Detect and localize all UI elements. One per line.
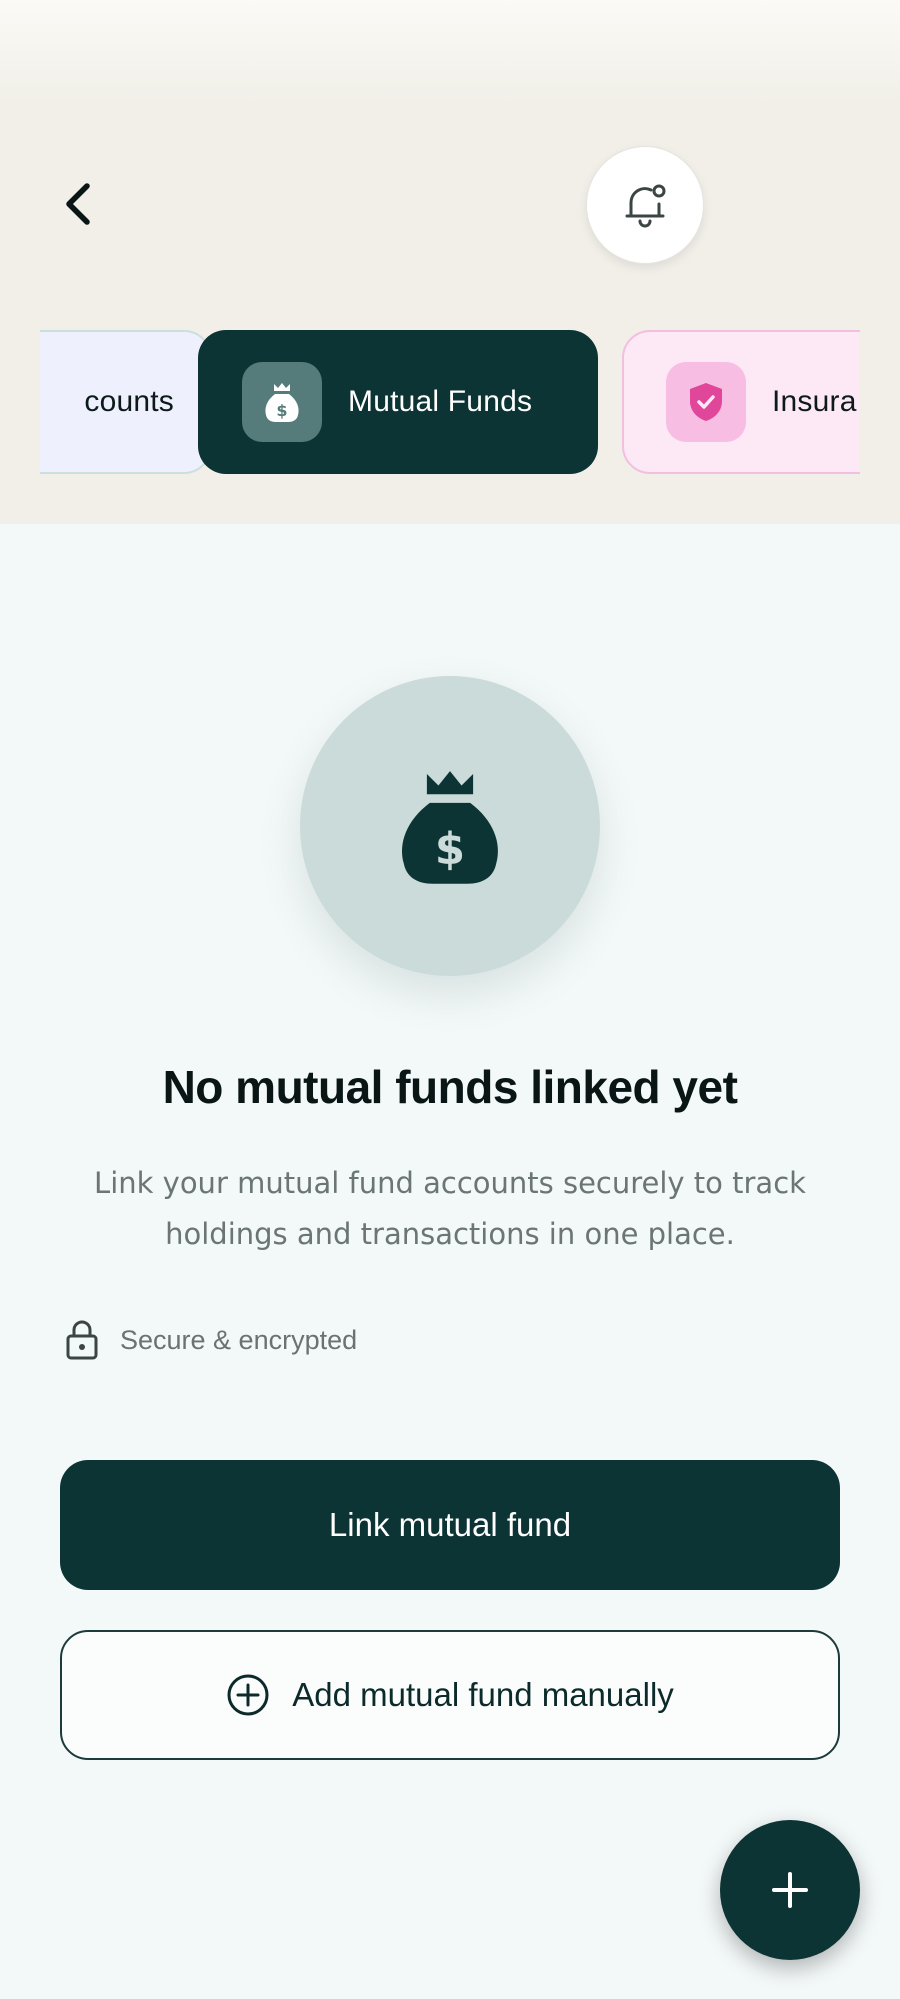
add-fab-button[interactable]: [720, 1820, 860, 1960]
svg-text:$: $: [435, 825, 465, 875]
tab-label: Mutual Funds: [348, 385, 533, 418]
empty-state-description: Link your mutual fund accounts securely …: [94, 1166, 806, 1251]
plus-icon: [772, 1872, 808, 1908]
money-bag-icon: $: [402, 771, 498, 884]
button-label: Add mutual fund manually: [292, 1676, 674, 1713]
shield-check-icon: [690, 383, 722, 421]
svg-text:$: $: [276, 401, 287, 420]
button-label: Link mutual fund: [328, 1506, 572, 1543]
secure-label: Secure & encrypted: [120, 1324, 358, 1355]
back-button[interactable]: [52, 172, 104, 236]
category-tabs: counts $ Mutual Funds Insura: [40, 320, 860, 480]
empty-state-title: No mutual funds linked yet: [162, 1061, 738, 1113]
tab-icon-box: $: [242, 362, 322, 442]
secure-indicator: Secure & encrypted: [64, 1318, 357, 1362]
notification-button[interactable]: [586, 146, 704, 264]
plus-circle-icon: [227, 1674, 269, 1716]
tab-accounts[interactable]: counts: [40, 330, 212, 474]
lock-icon: [66, 1320, 98, 1360]
empty-state-illustration: $: [300, 676, 600, 976]
add-mutual-fund-manually-button[interactable]: Add mutual fund manually: [60, 1630, 840, 1760]
money-bag-icon: $: [265, 383, 299, 422]
tab-insurance[interactable]: Insura: [622, 330, 860, 474]
tab-icon-box: [666, 362, 746, 442]
tab-mutual-funds[interactable]: $ Mutual Funds: [198, 330, 598, 474]
link-mutual-fund-button[interactable]: Link mutual fund: [60, 1460, 840, 1590]
bell-icon: [625, 184, 666, 228]
tab-label: counts: [84, 385, 174, 418]
tab-label: Insura: [772, 385, 857, 418]
chevron-left-icon: [66, 183, 90, 225]
header-area: counts $ Mutual Funds Insura: [0, 0, 900, 524]
